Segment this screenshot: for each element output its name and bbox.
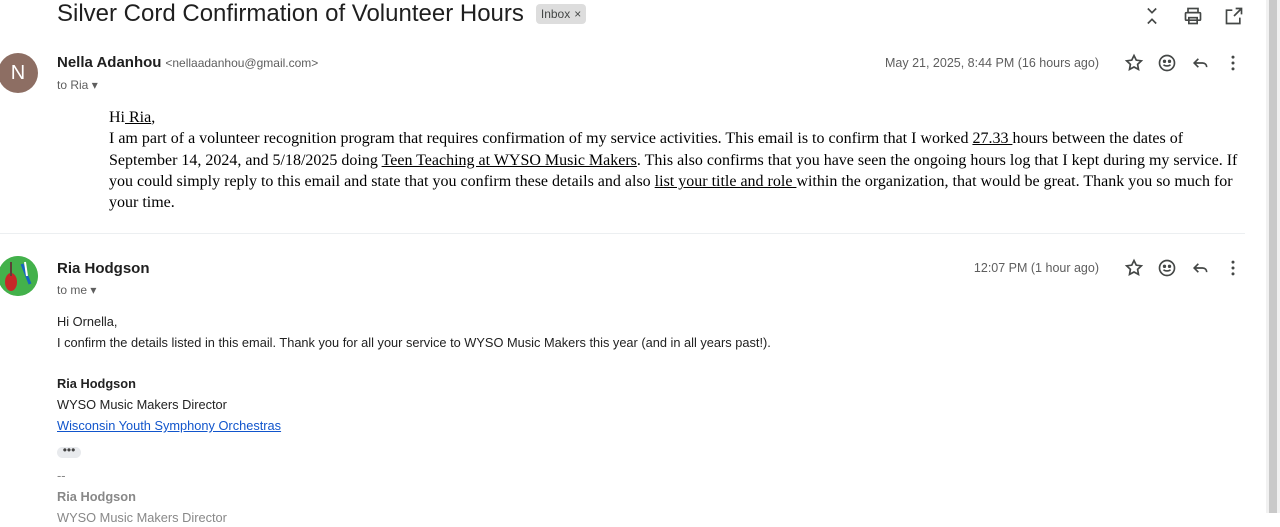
recipient-dropdown[interactable]: to Ria ▾ [57, 78, 98, 92]
open-new-window-icon[interactable] [1222, 4, 1246, 28]
recipient-text: to Ria [57, 78, 89, 92]
message-date: 12:07 PM (1 hour ago) [973, 261, 1099, 275]
label-text: Inbox [540, 7, 571, 21]
hours-value: 27.33 [972, 130, 1013, 148]
emoji-reaction-icon[interactable] [1155, 51, 1179, 75]
request-text: list your title and role [654, 172, 797, 190]
email-subject: Silver Cord Confirmation of Volunteer Ho… [57, 0, 587, 28]
activity-text: Teen Teaching at WYSO Music Makers [381, 151, 637, 169]
message-meta: 12:07 PM (1 hour ago) [974, 256, 1245, 280]
sender-name[interactable]: Ria Hodgson [57, 260, 150, 277]
greeting: Hi Ria, [109, 107, 1244, 128]
sender-line: Ria Hodgson [57, 260, 150, 277]
more-options-icon[interactable] [1221, 51, 1245, 75]
message-divider [0, 233, 1245, 234]
signature-separator: -- [57, 468, 66, 483]
signature-title: WYSO Music Makers Director [57, 397, 227, 412]
scrollbar-thumb[interactable] [1269, 0, 1277, 513]
violin-avatar-icon [0, 256, 38, 296]
star-icon[interactable] [1122, 256, 1146, 280]
signature-name-2: Ria Hodgson [57, 489, 136, 504]
sender-email: <nellaadanhou@gmail.com> [165, 56, 319, 70]
star-icon[interactable] [1122, 51, 1146, 75]
reply-greeting: Hi Ornella, [57, 314, 118, 329]
sender-line: Nella Adanhou <nellaadanhou@gmail.com> [57, 54, 318, 71]
greeting-name: Ria [125, 109, 152, 126]
emoji-reaction-icon[interactable] [1155, 256, 1179, 280]
signature-org-link[interactable]: Wisconsin Youth Symphony Orchestras [57, 417, 771, 435]
subject-text: Silver Cord Confirmation of Volunteer Ho… [57, 0, 524, 27]
show-trimmed-content-button[interactable]: ••• [57, 444, 81, 458]
greeting-prefix: Hi [109, 109, 125, 126]
reply-icon[interactable] [1188, 256, 1212, 280]
scrollbar-track[interactable] [1266, 0, 1280, 513]
sender-name[interactable]: Nella Adanhou [57, 54, 161, 71]
recipient-dropdown[interactable]: to me ▾ [57, 283, 96, 297]
body-text-1: I am part of a volunteer recognition pro… [109, 130, 973, 148]
expand-collapse-icon[interactable] [1140, 4, 1164, 28]
reply-text: I confirm the details listed in this ema… [57, 335, 771, 350]
recipient-text: to me [57, 283, 88, 297]
remove-label-icon[interactable]: × [574, 6, 581, 22]
signature-name: Ria Hodgson [57, 376, 136, 391]
more-options-icon[interactable] [1221, 256, 1245, 280]
greeting-suffix: , [151, 109, 156, 126]
body-paragraph: I am part of a volunteer recognition pro… [109, 128, 1244, 213]
reply-body: Hi Ornella, I confirm the details listed… [57, 313, 771, 527]
sender-avatar[interactable]: N [0, 53, 38, 93]
message-meta: May 21, 2025, 8:44 PM (16 hours ago) [885, 51, 1245, 75]
avatar-letter: N [10, 61, 26, 84]
print-icon[interactable] [1181, 4, 1205, 28]
message-body: Hi Ria, I am part of a volunteer recogni… [109, 107, 1244, 213]
chevron-down-icon: ▾ [90, 283, 97, 297]
message-date: May 21, 2025, 8:44 PM (16 hours ago) [884, 56, 1099, 70]
reply-icon[interactable] [1188, 51, 1212, 75]
inbox-label-chip[interactable]: Inbox × [535, 4, 587, 24]
sender-avatar[interactable] [0, 256, 38, 296]
chevron-down-icon: ▾ [91, 78, 98, 92]
thread-actions [1140, 4, 1246, 28]
signature-title-2: WYSO Music Makers Director [57, 510, 227, 525]
